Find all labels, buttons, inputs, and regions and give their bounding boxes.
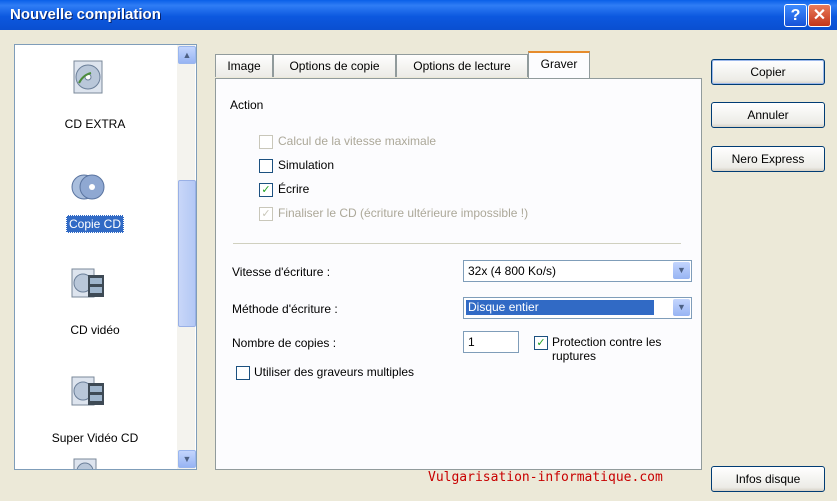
simulation-checkbox[interactable] — [259, 159, 273, 173]
write-speed-label: Vitesse d'écriture : — [232, 265, 331, 279]
write-method-select[interactable]: Disque entier ▼ — [463, 297, 692, 319]
selected-label: Copie CD — [65, 215, 125, 233]
list-item-super-video-cd[interactable]: Super Vidéo CD — [15, 373, 175, 453]
finalize-checkbox: ✓ — [259, 207, 273, 221]
write-speed-value: 32x (4 800 Ko/s) — [468, 264, 557, 278]
list-item-label: Super Vidéo CD — [51, 431, 139, 445]
scroll-thumb[interactable] — [178, 180, 196, 327]
list-item-label: CD vidéo — [70, 323, 120, 337]
tab-options-copie[interactable]: Options de copie — [273, 54, 396, 77]
copies-value: 1 — [468, 335, 475, 349]
finalize-label: Finaliser le CD (écriture ultérieure imp… — [278, 206, 529, 220]
close-button[interactable]: ✕ — [808, 4, 831, 27]
write-method-label: Méthode d'écriture : — [232, 302, 338, 316]
cancel-button[interactable]: Annuler — [711, 102, 825, 128]
list-item-cd-video[interactable]: CD vidéo — [15, 265, 175, 345]
cd-icon — [73, 458, 97, 469]
max-speed-checkbox — [259, 135, 273, 149]
scroll-down-button[interactable]: ▼ — [178, 450, 196, 468]
max-speed-label: Calcul de la vitesse maximale — [278, 134, 437, 148]
scroll-up-button[interactable]: ▲ — [178, 46, 196, 64]
chevron-down-icon[interactable]: ▼ — [673, 299, 690, 316]
super-video-cd-icon — [71, 376, 104, 406]
list-item-label: CD EXTRA — [64, 117, 126, 131]
list-scrollbar[interactable]: ▲ ▼ — [177, 45, 196, 469]
list-item-copie-cd[interactable]: Copie CD — [15, 169, 175, 239]
list-item-label: Copie CD — [15, 215, 175, 233]
disc-info-button[interactable]: Infos disque — [711, 466, 825, 492]
window-title: Nouvelle compilation — [10, 6, 161, 23]
chevron-down-icon[interactable]: ▼ — [673, 262, 690, 279]
copy-button[interactable]: Copier — [711, 59, 825, 85]
list-item-cd-extra[interactable]: CD EXTRA — [15, 59, 175, 149]
graver-panel: Action Calcul de la vitesse maximale Sim… — [215, 78, 702, 470]
tab-options-lecture[interactable]: Options de lecture — [396, 54, 528, 77]
write-method-value: Disque entier — [466, 300, 654, 315]
multi-burner-checkbox[interactable] — [236, 366, 250, 380]
write-checkbox[interactable]: ✓ — [259, 183, 273, 197]
watermark: Vulgarisation-informatique.com — [428, 470, 663, 485]
tab-image[interactable]: Image — [215, 54, 273, 77]
help-button[interactable]: ? — [784, 4, 807, 27]
copies-input[interactable]: 1 — [463, 331, 519, 353]
write-label[interactable]: Écrire — [278, 182, 309, 196]
list-item-partial[interactable] — [15, 457, 175, 469]
multi-burner-label[interactable]: Utiliser des graveurs multiples — [254, 365, 414, 379]
protection-label[interactable]: Protection contre les ruptures — [552, 335, 702, 363]
simulation-label[interactable]: Simulation — [278, 158, 334, 172]
action-heading: Action — [230, 98, 264, 112]
title-bar: Nouvelle compilation ? ✕ — [0, 0, 837, 30]
separator — [233, 243, 681, 244]
copy-cd-icon — [71, 174, 105, 200]
copies-label: Nombre de copies : — [232, 336, 337, 350]
video-cd-icon — [71, 268, 104, 298]
cd-extra-icon — [73, 60, 103, 94]
tab-graver[interactable]: Graver — [528, 51, 590, 79]
protection-checkbox[interactable]: ✓ — [534, 336, 548, 350]
write-speed-select[interactable]: 32x (4 800 Ko/s) ▼ — [463, 260, 692, 282]
nero-express-button[interactable]: Nero Express — [711, 146, 825, 172]
compilation-type-list[interactable]: CD EXTRA Copie CD CD vidéo Super Vidéo C… — [14, 44, 197, 470]
